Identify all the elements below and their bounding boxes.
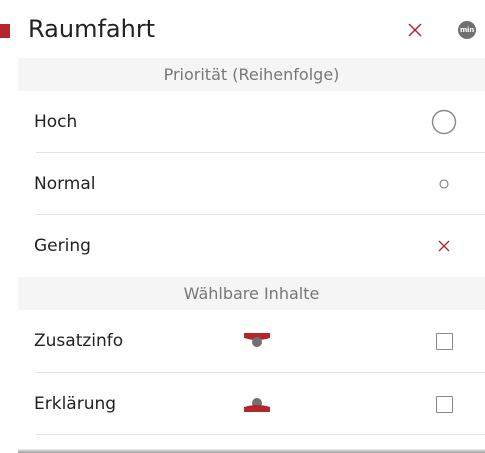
- row-divider: [36, 434, 485, 435]
- info-flag-icon: [242, 330, 272, 352]
- min-label: min: [459, 26, 475, 34]
- priority-option-high[interactable]: Hoch: [18, 91, 485, 153]
- red-marker-icon: [0, 24, 10, 38]
- priority-normal-marker: [430, 170, 458, 198]
- close-icon: [408, 23, 422, 37]
- content-option-erklaerung[interactable]: Erklärung: [18, 373, 485, 435]
- small-circle-icon: [439, 179, 449, 189]
- erklaerung-checkbox-wrap: [430, 390, 458, 418]
- section-header-priority: Priorität (Reihenfolge): [18, 58, 485, 91]
- dialog-header: Raumfahrt min: [0, 0, 485, 58]
- priority-high-label: Hoch: [34, 112, 78, 132]
- priority-normal-label: Normal: [34, 174, 96, 194]
- priority-high-marker: [430, 108, 458, 136]
- priority-low-label: Gering: [34, 236, 91, 256]
- content-option-zusatzinfo[interactable]: Zusatzinfo: [18, 310, 485, 372]
- zusatzinfo-checkbox[interactable]: [435, 332, 453, 350]
- priority-option-low[interactable]: Gering: [18, 215, 485, 277]
- close-button[interactable]: [403, 18, 427, 42]
- x-mark-icon: [438, 240, 450, 252]
- section-header-content: Wählbare Inhalte: [18, 277, 485, 310]
- dialog-title: Raumfahrt: [28, 15, 156, 43]
- dialog-window: Raumfahrt min Priorität (Reihenfolge) Ho…: [0, 0, 485, 453]
- large-circle-icon: [431, 109, 457, 135]
- scroll-bottom-edge: [18, 449, 485, 453]
- erklaerung-label: Erklärung: [34, 394, 117, 414]
- settings-panel: Priorität (Reihenfolge) Hoch Normal Geri…: [18, 58, 485, 453]
- zusatzinfo-checkbox-wrap: [430, 327, 458, 355]
- erklaerung-checkbox[interactable]: [435, 395, 453, 413]
- zusatzinfo-label: Zusatzinfo: [34, 331, 124, 351]
- min-button[interactable]: min: [458, 21, 476, 39]
- priority-option-normal[interactable]: Normal: [18, 153, 485, 215]
- explanation-flag-icon: [242, 393, 272, 415]
- priority-low-marker: [430, 232, 458, 260]
